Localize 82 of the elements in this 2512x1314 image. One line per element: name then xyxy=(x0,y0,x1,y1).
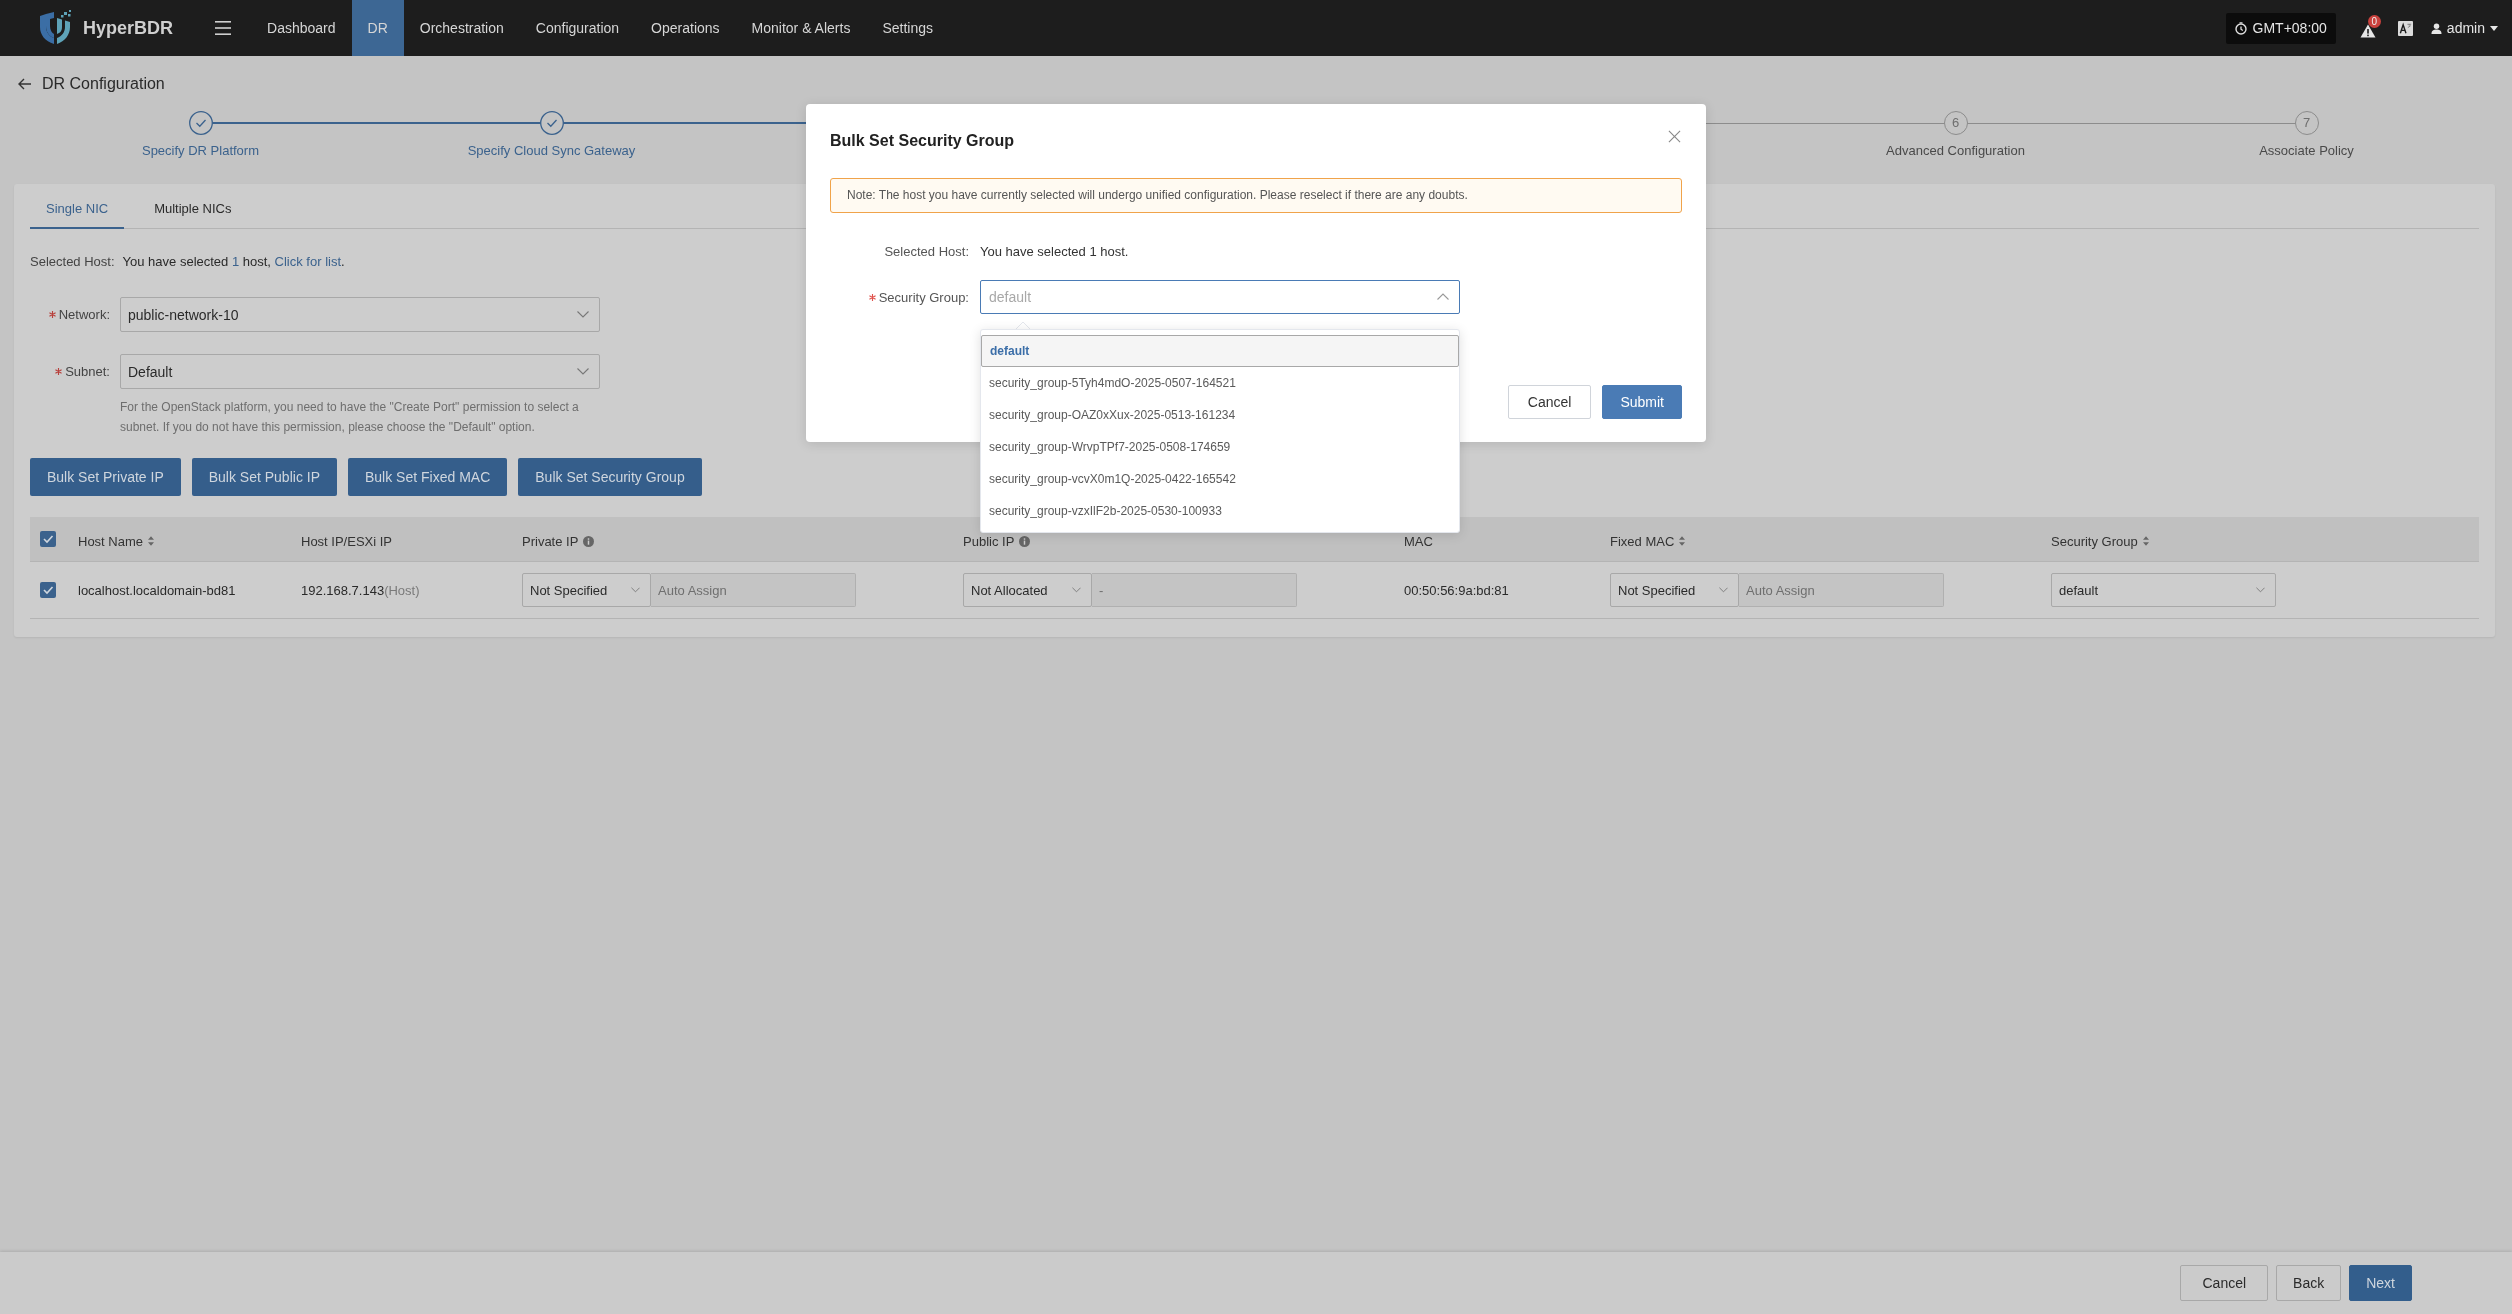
dropdown-option[interactable]: security_group-OAZ0xXux-2025-0513-161234 xyxy=(981,399,1459,431)
sort-icon[interactable] xyxy=(2142,536,2149,546)
stopwatch-icon xyxy=(2234,21,2247,35)
brand-name: HyperBDR xyxy=(83,17,174,39)
caret-icon xyxy=(2490,25,2498,31)
translate-icon[interactable] xyxy=(2397,20,2413,36)
checkbox[interactable] xyxy=(40,582,56,598)
close-icon[interactable] xyxy=(1668,129,1681,143)
dialog-button[interactable]: Cancel xyxy=(1507,385,1592,419)
column-header: Private IP xyxy=(522,533,579,549)
shield-logo-icon xyxy=(38,10,74,46)
input-field: Auto Assign xyxy=(1739,573,1944,607)
help-text: For the OpenStack platform, you need to have the "Create Port" permission to select a subnet. If you do not have this permission, please choose the "Default" option. xyxy=(120,399,580,436)
user-menu[interactable]: admin xyxy=(2430,20,2498,36)
footer-button[interactable]: Next xyxy=(2349,1265,2412,1301)
nav-tab[interactable]: Settings xyxy=(866,0,949,56)
sort-icon[interactable] xyxy=(148,536,155,546)
step-label: Advanced Configuration xyxy=(1886,142,2025,160)
input-field: - xyxy=(1092,573,1297,607)
dropdown-option[interactable]: default xyxy=(981,335,1459,367)
step-label: Specify Cloud Sync Gateway xyxy=(467,142,636,160)
tab[interactable]: Single NIC xyxy=(30,190,125,229)
column-header: Fixed MAC xyxy=(1610,533,1675,549)
nav-tab[interactable]: Configuration xyxy=(519,0,636,56)
input-field: Auto Assign xyxy=(651,573,856,607)
column-header: MAC xyxy=(1404,533,1433,549)
chevron-down-icon xyxy=(631,587,640,593)
chevron-down-icon xyxy=(577,311,589,318)
column-header: Security Group xyxy=(2051,533,2138,549)
footer-button[interactable]: Cancel xyxy=(2180,1265,2269,1301)
nav-tab[interactable]: Orchestration xyxy=(403,0,520,56)
chevron-down-icon xyxy=(2256,587,2265,593)
select-field[interactable]: Default xyxy=(120,354,600,389)
bulk-action-button[interactable]: Bulk Set Private IP xyxy=(30,458,181,496)
dropdown-option[interactable]: security_group-5Tyh4mdO-2025-0507-164521 xyxy=(981,367,1459,399)
field-label: Subnet: xyxy=(65,364,110,379)
nav-tab[interactable]: Operations xyxy=(635,0,736,56)
table-cell: 192.168.7.143(Host) xyxy=(301,582,420,598)
footer-button[interactable]: Back xyxy=(2276,1265,2342,1301)
step-label: Associate Policy xyxy=(2259,142,2354,160)
checkbox[interactable] xyxy=(40,531,56,547)
chevron-down-icon xyxy=(1072,587,1081,593)
column-header: Public IP xyxy=(963,533,1015,549)
modal-title: Bulk Set Security Group xyxy=(830,131,1015,151)
select-field[interactable]: public-network-10 xyxy=(120,297,600,332)
dialog-button[interactable]: Submit xyxy=(1602,385,1682,419)
user-icon xyxy=(2430,22,2442,34)
sort-icon[interactable] xyxy=(1679,536,1686,546)
security-group-select[interactable]: default xyxy=(2051,573,2276,607)
selected-host-text: You have selected 1 host. xyxy=(980,243,1129,259)
step-label: Specify DR Platform xyxy=(141,142,259,160)
field-label: Selected Host: xyxy=(30,253,115,269)
note-alert: Note: The host you have currently selected will undergo unified configuration. Please reselect if there are any doubts. xyxy=(830,178,1682,213)
nav-tab[interactable]: Dashboard xyxy=(251,0,352,56)
field-label: Network: xyxy=(58,307,110,322)
dropdown-option[interactable]: security_group-WrvpTPf7-2025-0508-174659 xyxy=(981,431,1459,463)
chevron-down-icon xyxy=(1719,587,1728,593)
nav-tab[interactable]: Monitor & Alerts xyxy=(735,0,867,56)
field-label: Security Group: xyxy=(878,289,969,305)
table-cell: localhost.localdomain-bd81 xyxy=(78,582,236,598)
step-number: 7 xyxy=(2294,111,2319,135)
warning-icon[interactable] xyxy=(2359,24,2376,38)
table-cell: 00:50:56:9a:bd:81 xyxy=(1404,582,1509,598)
bulk-action-button[interactable]: Bulk Set Fixed MAC xyxy=(348,458,508,496)
timezone-button[interactable]: GMT+08:00 xyxy=(2225,12,2336,44)
tab[interactable]: Multiple NICs xyxy=(138,190,248,229)
dropdown-option[interactable]: security_group-vcvX0m1Q-2025-0422-165542 xyxy=(981,463,1459,495)
column-header: Host IP/ESXi IP xyxy=(301,533,393,549)
chevron-down-icon xyxy=(577,368,589,375)
notification-badge: 0 xyxy=(2367,15,2381,28)
security-group-select[interactable]: default xyxy=(980,280,1460,314)
dropdown-option[interactable]: security_group-vzxIlF2b-2025-0530-100933 xyxy=(981,495,1459,527)
menu-icon[interactable] xyxy=(215,21,232,35)
back-arrow-icon[interactable] xyxy=(18,78,32,90)
column-header: Host Name xyxy=(78,533,144,549)
step-number: 6 xyxy=(1943,111,1968,135)
bulk-action-button[interactable]: Bulk Set Public IP xyxy=(191,458,337,496)
selected-host-text: You have selected 1 host, Click for list. xyxy=(122,253,345,269)
field-label: Selected Host: xyxy=(883,242,969,261)
page-title: DR Configuration xyxy=(42,74,165,94)
bulk-action-button[interactable]: Bulk Set Security Group xyxy=(518,458,702,496)
nav-tab[interactable]: DR xyxy=(351,0,404,56)
